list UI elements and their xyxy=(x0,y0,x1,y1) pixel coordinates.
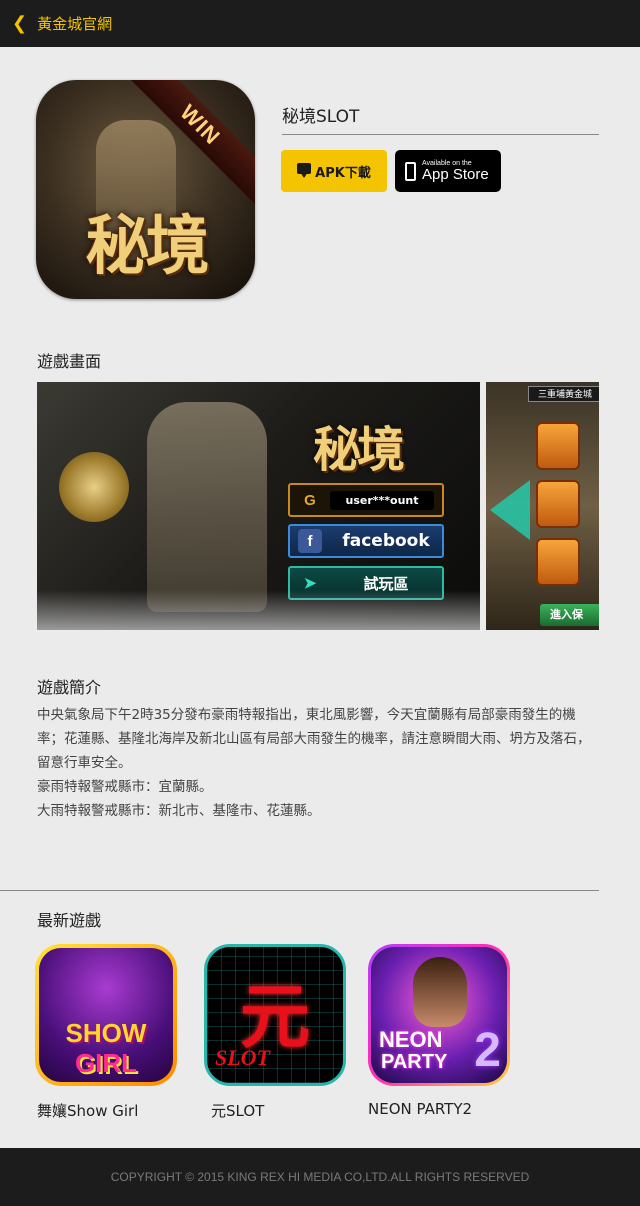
game-tile-neon-party2[interactable]: NEON PARTY 2 xyxy=(368,944,510,1086)
app-name: 秘境SLOT xyxy=(282,107,360,127)
slot-cell xyxy=(536,422,580,470)
download-icon xyxy=(297,163,312,179)
yuan-art-word: SLOT xyxy=(215,1045,270,1070)
screenshot-2-tab: 三重埔黃金城 xyxy=(528,386,599,402)
facebook-label: facebook xyxy=(342,531,430,551)
neon-art-number: 2 xyxy=(474,1024,501,1077)
facebook-button: f facebook xyxy=(288,524,444,558)
neon-art-bottom: PARTY xyxy=(381,1051,448,1073)
show-girl-art-bottom: GIRL xyxy=(74,1048,138,1078)
chevron-left-icon[interactable]: ❮ xyxy=(12,14,27,33)
fog-overlay xyxy=(37,590,480,630)
app-store-label: App Store xyxy=(422,166,489,183)
enter-button: 進入保 xyxy=(540,604,599,626)
game-tile-show-girl[interactable]: SHOW GIRL xyxy=(35,944,177,1086)
login-button: G user***ount xyxy=(288,483,444,517)
show-girl-art-top: SHOW xyxy=(65,1018,147,1048)
screenshots-heading: 遊戲畫面 xyxy=(37,352,102,371)
intro-heading: 遊戲簡介 xyxy=(37,678,102,697)
copyright-text: COPYRIGHT © 2015 KING REX HI MEDIA CO,LT… xyxy=(110,1170,530,1184)
screenshot-2[interactable]: 三重埔黃金城 進入保 xyxy=(486,382,599,630)
game-label-yuan-slot[interactable]: 元SLOT xyxy=(211,1100,264,1121)
login-value: user***ount xyxy=(330,490,434,510)
game-tile-yuan-slot[interactable]: 元 SLOT xyxy=(204,944,346,1086)
slot-cell xyxy=(536,538,580,586)
intro-text: 中央氣象局下午2時35分發布豪雨特報指出，東北風影響，今天宜蘭縣有局部豪雨發生的… xyxy=(37,703,602,823)
app-icon: WIN 秘境 xyxy=(36,80,255,299)
neon-art-top: NEON xyxy=(379,1027,443,1052)
slot-cell xyxy=(536,480,580,528)
phone-icon xyxy=(405,161,416,181)
dancer-art xyxy=(413,957,467,1027)
apk-download-button[interactable]: APK下載 xyxy=(281,150,387,192)
apk-download-label: APK下載 xyxy=(315,165,371,181)
divider xyxy=(282,134,599,135)
screenshot-1[interactable]: 秘境 G user***ount f facebook ➤ 試玩區 xyxy=(37,382,480,630)
intro-paragraph: 豪雨特報警戒縣市：宜蘭縣。 xyxy=(37,779,213,795)
intro-paragraph: 大雨特報警戒縣市：新北市、基隆市、花蓮縣。 xyxy=(37,803,321,819)
chevron-left-icon xyxy=(490,480,530,540)
statue-art xyxy=(147,402,267,612)
win-ribbon-text: WIN xyxy=(175,99,226,150)
game-label-show-girl[interactable]: 舞孃Show Girl xyxy=(37,1100,138,1121)
site-title-link[interactable]: 黃金城官網 xyxy=(37,13,112,34)
game-logo: 秘境 xyxy=(313,422,405,478)
latest-games-heading: 最新遊戲 xyxy=(37,911,102,930)
footer: COPYRIGHT © 2015 KING REX HI MEDIA CO,LT… xyxy=(0,1148,640,1206)
divider xyxy=(0,890,599,891)
facebook-icon: f xyxy=(298,529,322,553)
game-label-neon-party2[interactable]: NEON PARTY2 xyxy=(368,1100,472,1118)
top-bar: ❮ 黃金城官網 xyxy=(0,0,640,47)
intro-paragraph: 中央氣象局下午2時35分發布豪雨特報指出，東北風影響，今天宜蘭縣有局部豪雨發生的… xyxy=(37,707,591,771)
app-store-button[interactable]: Available on the App Store xyxy=(395,150,501,192)
app-icon-logo: 秘境 xyxy=(85,209,210,284)
g-icon: G xyxy=(304,491,316,509)
coin-art xyxy=(59,452,129,522)
